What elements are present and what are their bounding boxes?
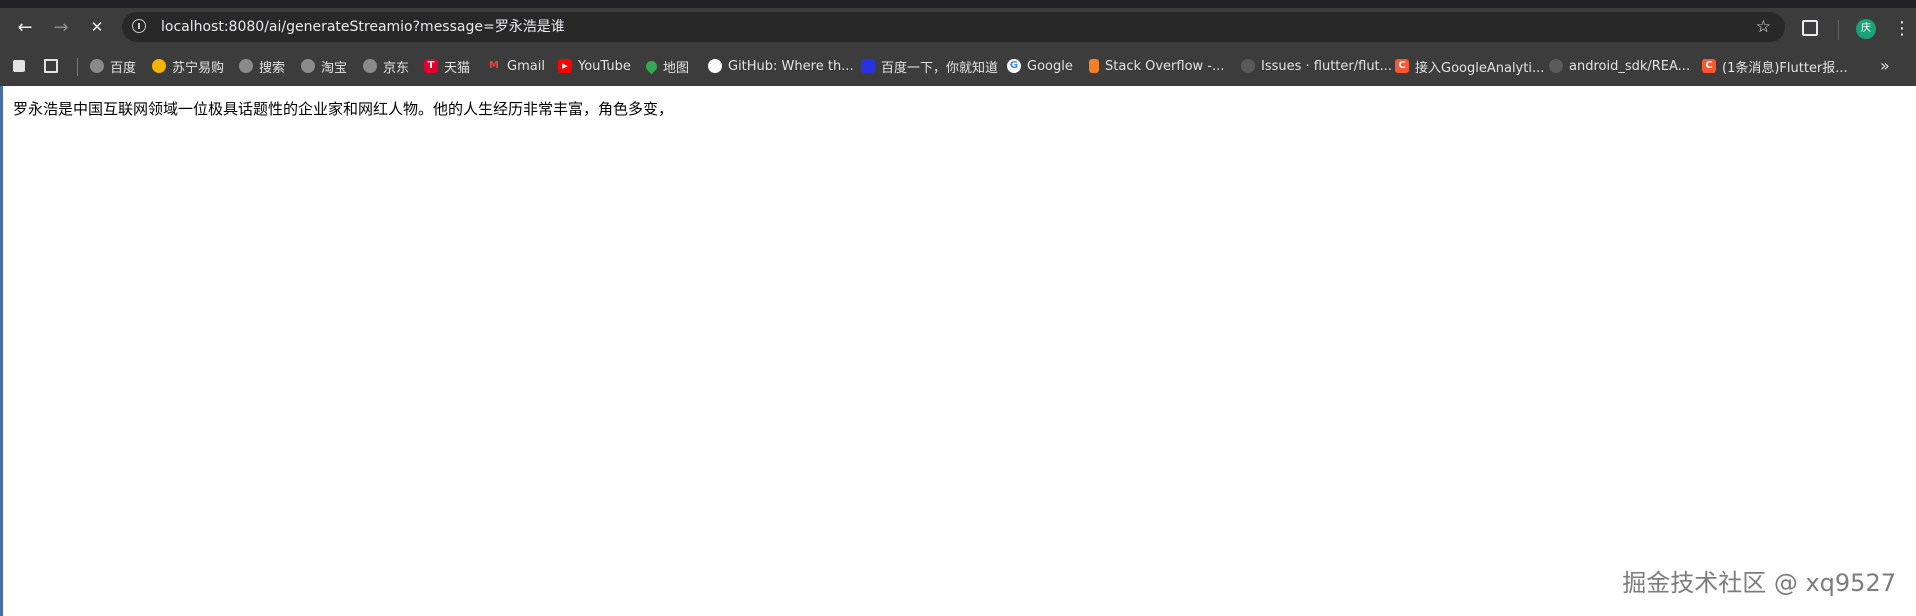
bookmark-label: 接入GoogleAnalyti...: [1415, 60, 1545, 76]
forward-arrow-icon: →: [53, 16, 69, 38]
bookmark-star-icon[interactable]: ☆: [1756, 12, 1771, 42]
bookmark-item[interactable]: 百度: [90, 57, 137, 76]
tmall-icon: T: [424, 59, 438, 73]
suning-icon: [152, 59, 166, 73]
bookmark-label: YouTube: [578, 58, 631, 74]
bookmark-item[interactable]: 百度一下，你就知道: [861, 57, 999, 76]
bookmark-label: 地图: [663, 60, 690, 76]
bookmark-item[interactable]: C 接入GoogleAnalyti...: [1395, 57, 1545, 76]
bookmark-label: 京东: [383, 60, 410, 76]
bookmarks-bar: 百度 苏宁易购 搜索 淘宝 京东 T 天猫 M Gmail ▶ YouTube: [0, 46, 1916, 86]
address-bar[interactable]: localhost:8080/ai/generateStreamio?messa…: [122, 12, 1785, 42]
bookmark-label: android_sdk/REA...: [1569, 58, 1691, 74]
apps-grid-icon: [44, 59, 58, 73]
watermark: 掘金技术社区 @ xq9527: [1622, 569, 1896, 597]
csdn-icon: C: [1702, 59, 1716, 73]
bookmark-item[interactable]: T 天猫: [424, 57, 471, 76]
bookmark-item[interactable]: android_sdk/REA...: [1549, 57, 1690, 75]
bookmark-label: 淘宝: [321, 60, 348, 76]
bookmark-item[interactable]: ▶ YouTube: [558, 57, 631, 75]
github-icon: [1241, 59, 1255, 73]
bookmark-label: Gmail: [507, 58, 545, 74]
browser-chrome: ← → ✕ localhost:8080/ai/generateStreamio…: [0, 0, 1916, 86]
stackoverflow-icon: [1089, 59, 1099, 73]
github-icon: [708, 59, 722, 73]
back-arrow-icon: ←: [17, 16, 33, 38]
bookmark-label: Issues · flutter/flut...: [1261, 58, 1393, 74]
bookmarks-divider: [77, 58, 78, 76]
bookmark-label: Stack Overflow -...: [1105, 58, 1225, 74]
more-bookmarks-button[interactable]: »: [1880, 54, 1890, 78]
bookmark-label: 苏宁易购: [172, 60, 225, 76]
bookmark-label: 百度一下，你就知道: [881, 60, 999, 76]
site-info-icon[interactable]: [132, 19, 146, 33]
github-icon: [1549, 59, 1563, 73]
bookmark-item[interactable]: Issues · flutter/flut...: [1241, 57, 1392, 75]
globe-icon: [90, 59, 104, 73]
tab-strip: [0, 0, 1916, 8]
bookmark-item[interactable]: M Gmail: [487, 57, 545, 75]
google-icon: G: [1007, 59, 1021, 73]
extensions-icon[interactable]: [1802, 20, 1818, 36]
sidebar-toggle-button[interactable]: [13, 57, 25, 75]
close-icon: ✕: [90, 18, 104, 36]
bookmark-item[interactable]: C (1条消息)Flutter报...: [1702, 57, 1848, 76]
toolbar: ← → ✕ localhost:8080/ai/generateStreamio…: [0, 8, 1916, 46]
bookmark-item[interactable]: 地图: [643, 57, 690, 76]
youtube-icon: ▶: [558, 59, 572, 73]
bookmark-label: 百度: [110, 60, 137, 76]
window-edge: [0, 86, 3, 616]
globe-icon: [239, 59, 253, 73]
bookmark-item[interactable]: G Google: [1007, 57, 1073, 75]
stop-loading-button[interactable]: ✕: [82, 12, 112, 42]
page-content: 罗永浩是中国互联网领域一位极具话题性的企业家和网红人物。他的人生经历非常丰富，角…: [0, 86, 1916, 616]
bookmark-label: 搜索: [259, 60, 286, 76]
bookmark-label: Google: [1027, 58, 1073, 74]
bookmark-label: 天猫: [444, 60, 471, 76]
toolbar-divider: [1838, 20, 1839, 40]
bookmark-label: (1条消息)Flutter报...: [1722, 60, 1848, 76]
maps-icon: [643, 58, 660, 74]
bookmark-label: GitHub: Where th...: [728, 58, 854, 74]
bookmark-item[interactable]: Stack Overflow -...: [1089, 57, 1224, 75]
menu-kebab-icon[interactable]: ⋮: [1893, 14, 1911, 44]
profile-avatar[interactable]: 庆: [1856, 19, 1876, 39]
forward-button[interactable]: →: [46, 12, 76, 42]
back-button[interactable]: ←: [10, 12, 40, 42]
response-text: 罗永浩是中国互联网领域一位极具话题性的企业家和网红人物。他的人生经历非常丰富，角…: [13, 100, 674, 118]
baidu-icon: [861, 59, 875, 73]
apps-button[interactable]: [44, 57, 58, 75]
csdn-icon: C: [1395, 59, 1409, 73]
globe-icon: [301, 59, 315, 73]
sidebar-icon: [13, 60, 25, 72]
bookmark-item[interactable]: 苏宁易购: [152, 57, 225, 76]
bookmark-item[interactable]: 搜索: [239, 57, 286, 76]
gmail-icon: M: [489, 60, 499, 71]
bookmark-item[interactable]: 京东: [363, 57, 410, 76]
bookmark-item[interactable]: 淘宝: [301, 57, 348, 76]
globe-icon: [363, 59, 377, 73]
bookmark-item[interactable]: GitHub: Where th...: [708, 57, 854, 75]
address-text[interactable]: localhost:8080/ai/generateStreamio?messa…: [161, 12, 565, 42]
